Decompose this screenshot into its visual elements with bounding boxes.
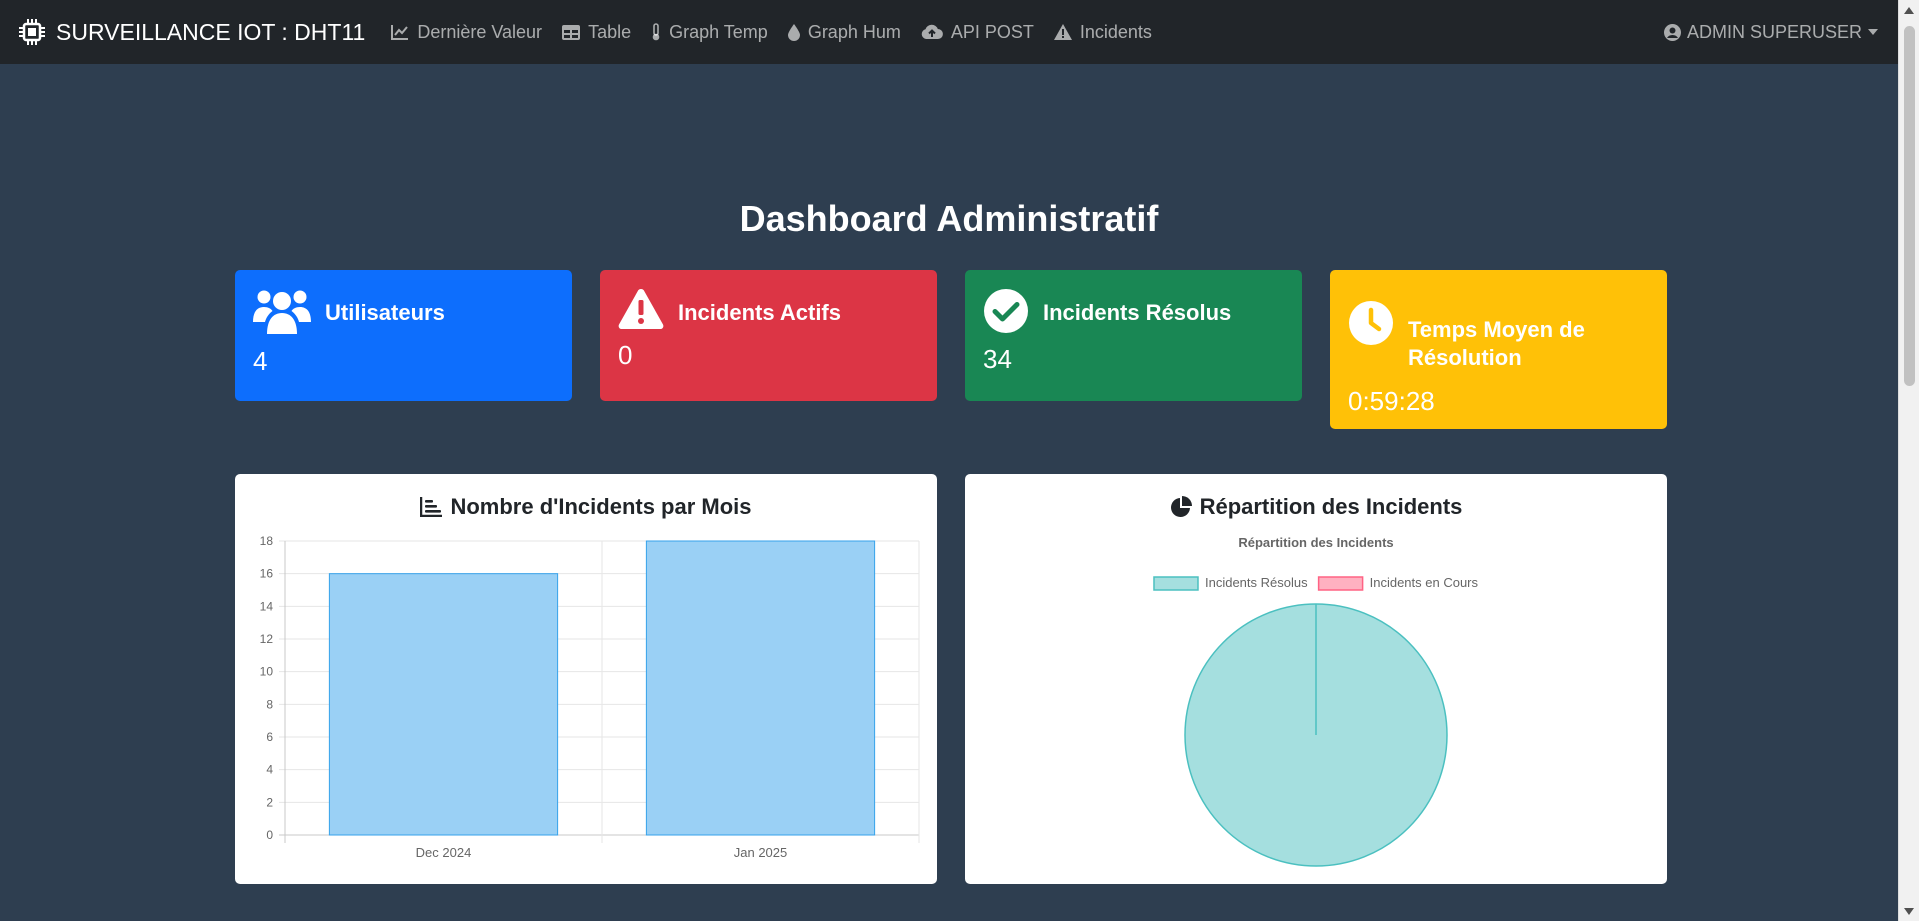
bar xyxy=(645,540,876,836)
warning-icon xyxy=(1053,24,1072,40)
y-tick-label: 8 xyxy=(266,697,273,711)
y-tick-label: 14 xyxy=(260,599,274,613)
chip-icon xyxy=(19,19,45,45)
nav-link-incidents[interactable]: Incidents xyxy=(1053,21,1152,43)
scrollbar-thumb[interactable] xyxy=(1904,26,1915,386)
nav-link-graph-temp[interactable]: Graph Temp xyxy=(651,22,768,43)
y-tick-label: 10 xyxy=(260,665,274,679)
y-tick-label: 12 xyxy=(260,632,274,646)
scroll-down-icon[interactable] xyxy=(1904,908,1914,915)
y-tick-label: 18 xyxy=(260,534,274,548)
stat-card-active-incidents: Incidents Actifs 0 xyxy=(600,270,937,401)
stat-title: Utilisateurs xyxy=(325,300,445,325)
stat-value: 34 xyxy=(983,344,1012,374)
stat-card-users: Utilisateurs 4 xyxy=(235,270,572,401)
y-tick-label: 6 xyxy=(266,730,273,744)
check-circle-icon xyxy=(984,289,1028,333)
nav-link-label: Table xyxy=(588,21,632,42)
user-name: ADMIN SUPERUSER xyxy=(1686,21,1862,42)
top-navbar: SURVEILLANCE IOT : DHT11 Dernière Valeur… xyxy=(0,0,1898,64)
user-circle-icon xyxy=(1663,23,1681,41)
legend-label: Incidents Résolus xyxy=(1205,575,1308,590)
nav-link-graph-hum[interactable]: Graph Hum xyxy=(787,21,901,43)
stat-title: Incidents Résolus xyxy=(1043,300,1232,325)
chevron-down-icon xyxy=(1868,29,1878,35)
pie-chart-panel: Répartition des Incidents Répartition de… xyxy=(965,474,1667,884)
chart-line-icon xyxy=(391,25,409,40)
thermometer-icon xyxy=(652,23,660,41)
bar-chart: 0 2 4 6 8 10 12 14 16 18 Dec 2024 Jan 2025 xyxy=(260,534,920,860)
nav-link-table[interactable]: Table xyxy=(562,22,631,43)
cloud-upload-icon xyxy=(921,24,943,39)
scroll-up-icon[interactable] xyxy=(1904,7,1914,14)
table-icon xyxy=(562,24,581,40)
warning-icon xyxy=(618,289,664,329)
pie-chart: Répartition des Incidents Incidents Résol… xyxy=(1153,535,1479,867)
clock-icon xyxy=(1349,301,1393,345)
bar-chart-panel: Nombre d'Incidents par Mois 0 2 4 6 8 10 12 14 1… xyxy=(235,474,937,884)
brand[interactable]: SURVEILLANCE IOT : DHT11 xyxy=(18,18,365,46)
page-scrollbar[interactable] xyxy=(1898,0,1919,921)
nav-link-label: Graph Temp xyxy=(669,21,768,42)
nav-link-label: Dernière Valeur xyxy=(417,21,543,42)
x-tick-label: Jan 2025 xyxy=(734,845,788,860)
legend-label: Incidents en Cours xyxy=(1370,575,1479,590)
legend-swatch xyxy=(1153,576,1199,591)
stat-value: 0:59:28 xyxy=(1348,386,1435,416)
y-tick-label: 2 xyxy=(266,795,273,809)
y-tick-label: 0 xyxy=(266,828,273,842)
x-tick-label: Dec 2024 xyxy=(416,845,472,860)
nav-link-label: Incidents xyxy=(1079,21,1152,42)
page-title: Dashboard Administratif xyxy=(739,198,1159,239)
stat-value: 4 xyxy=(253,346,268,376)
legend-swatch xyxy=(1317,576,1364,591)
brand-label: SURVEILLANCE IOT : DHT11 xyxy=(56,18,366,45)
nav-link-label: API POST xyxy=(950,21,1034,42)
pie-chart-inner-title: Répartition des Incidents xyxy=(1238,535,1393,550)
nav-link-derniere-valeur[interactable]: Dernière Valeur xyxy=(391,22,542,43)
user-menu-dropdown[interactable]: ADMIN SUPERUSER xyxy=(1663,0,1878,64)
nav-link-api-post[interactable]: API POST xyxy=(921,22,1034,43)
droplet-icon xyxy=(787,23,800,41)
stat-card-resolved-incidents: Incidents Résolus 34 xyxy=(965,270,1302,401)
y-tick-label: 4 xyxy=(266,763,273,777)
stat-value: 0 xyxy=(618,340,633,370)
users-icon xyxy=(253,290,311,334)
nav-link-label: Graph Hum xyxy=(807,21,901,42)
stat-title: Incidents Actifs xyxy=(678,300,841,325)
y-tick-label: 16 xyxy=(260,567,274,581)
stat-card-avg-resolution-time: Temps Moyen de Résolution 0:59:28 xyxy=(1330,270,1667,429)
bar xyxy=(328,573,559,836)
